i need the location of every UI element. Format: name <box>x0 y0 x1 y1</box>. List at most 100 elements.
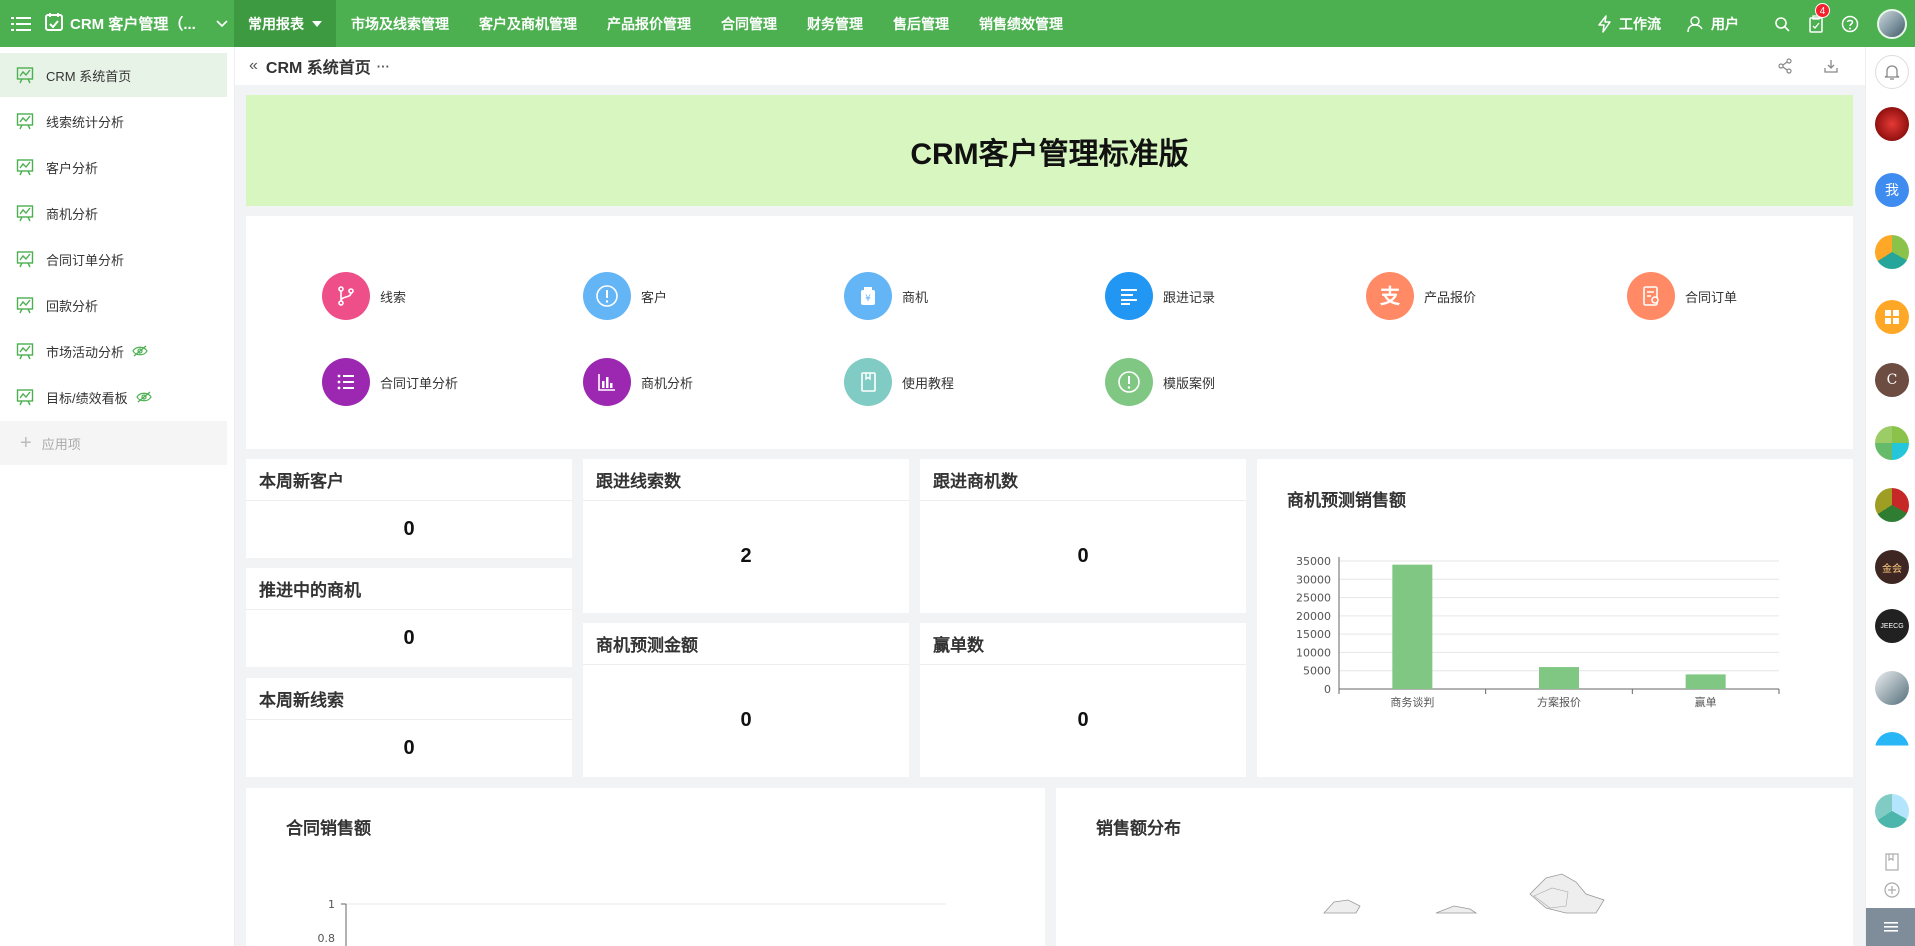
quick-links-panel: 线索 客户 ¥ 商机 跟进记录 支 产品报价 合同订单 合同订单分析 商机分析 … <box>246 216 1853 449</box>
download-icon[interactable] <box>1823 58 1839 74</box>
nav-item-customers-opportunities[interactable]: 客户及商机管理 <box>464 0 592 47</box>
alipay-icon: 支 <box>1366 272 1414 320</box>
avatar[interactable] <box>1877 8 1907 39</box>
y-tick-label: 20000 <box>1296 610 1331 623</box>
stat-value: 0 <box>403 517 415 540</box>
branch-icon <box>322 272 370 320</box>
banner: CRM客户管理标准版 <box>246 95 1853 206</box>
stat-card-followed-leads: 跟进线索数 2 <box>583 459 909 613</box>
contact-avatar[interactable] <box>1875 732 1909 766</box>
y-tick-label: 0 <box>1324 683 1331 696</box>
hamburger-icon <box>1884 922 1898 932</box>
share-icon[interactable] <box>1777 58 1793 74</box>
stat-value: 0 <box>403 736 415 759</box>
quick-link-template-cases[interactable]: 模版案例 <box>1105 358 1215 406</box>
tasks-button[interactable]: 4 <box>1799 0 1833 47</box>
nav-item-market-leads[interactable]: 市场及线索管理 <box>336 0 464 47</box>
main-nav: 常用报表 市场及线索管理 客户及商机管理 产品报价管理 合同管理 财务管理 售后… <box>234 0 1078 47</box>
y-tick-label: 30000 <box>1296 573 1331 586</box>
collapse-sidebar-icon[interactable]: « <box>249 57 258 75</box>
app-title: CRM 客户管理（... <box>70 16 196 33</box>
nav-item-finance[interactable]: 财务管理 <box>792 0 878 47</box>
notification-badge: 4 <box>1815 3 1830 18</box>
sidebar-item-lead-stats[interactable]: 线索统计分析 <box>0 99 227 143</box>
more-options-button[interactable]: ··· <box>377 59 390 74</box>
group-avatar[interactable] <box>1875 794 1909 828</box>
x-tick-label: 商务谈判 <box>1390 695 1434 709</box>
quick-link-opportunities[interactable]: ¥ 商机 <box>844 272 928 320</box>
group-avatar[interactable] <box>1875 235 1909 269</box>
eye-hidden-icon[interactable] <box>132 345 148 357</box>
sidebar-item-marketing-analysis[interactable]: 市场活动分析 <box>0 329 227 373</box>
map-region[interactable] <box>1435 905 1478 914</box>
x-tick-label: 方案报价 <box>1537 695 1581 709</box>
user-link[interactable]: 用户 <box>1687 14 1739 34</box>
search-icon <box>1775 16 1790 32</box>
sidebar-item-performance-board[interactable]: 目标/绩效看板 <box>0 375 227 419</box>
contact-avatar-gold[interactable]: 金会 <box>1875 550 1909 584</box>
breadcrumb: « CRM 系统首页 ··· <box>235 47 1865 85</box>
sidebar-item-opportunity-analysis[interactable]: 商机分析 <box>0 191 227 235</box>
contact-avatar[interactable] <box>1875 671 1909 705</box>
bar[interactable] <box>1685 674 1726 689</box>
sidebar-item-customer-analysis[interactable]: 客户分析 <box>0 145 227 189</box>
y-tick-label: 5000 <box>1303 665 1331 678</box>
contract-icon <box>1627 272 1675 320</box>
sidebar-item-contract-order-analysis[interactable]: 合同订单分析 <box>0 237 227 281</box>
nav-item-after-sales[interactable]: 售后管理 <box>878 0 964 47</box>
help-icon <box>1841 15 1859 32</box>
group-avatar[interactable] <box>1875 488 1909 522</box>
chart-icon <box>16 67 34 84</box>
stat-title: 跟进线索数 <box>583 459 909 501</box>
search-button[interactable] <box>1765 0 1799 47</box>
list-icon <box>322 358 370 406</box>
chart-icon <box>16 251 34 268</box>
map-region-northwest[interactable] <box>1323 899 1361 914</box>
bar[interactable] <box>1539 667 1579 689</box>
apps-grid-icon[interactable] <box>1875 300 1909 334</box>
svg-text:支: 支 <box>1380 284 1401 308</box>
sidebar-item-payment-analysis[interactable]: 回款分析 <box>0 283 227 327</box>
bar[interactable] <box>1392 564 1433 689</box>
quick-link-product-quotes[interactable]: 支 产品报价 <box>1366 272 1476 320</box>
chart-icon <box>16 343 34 360</box>
nav-item-contracts[interactable]: 合同管理 <box>706 0 792 47</box>
quick-link-leads[interactable]: 线索 <box>322 272 406 320</box>
menu-icon[interactable] <box>0 0 42 47</box>
add-contact-icon[interactable] <box>1875 873 1909 907</box>
quick-link-opportunity-analysis[interactable]: 商机分析 <box>583 358 693 406</box>
workflow-link[interactable]: 工作流 <box>1597 14 1661 34</box>
app-switcher[interactable]: CRM 客户管理（... <box>42 0 234 47</box>
nav-item-product-quotes[interactable]: 产品报价管理 <box>592 0 706 47</box>
info-icon <box>583 272 631 320</box>
chevron-down-icon <box>216 16 228 31</box>
bar-chart-icon <box>583 358 631 406</box>
stat-title: 商机预测金额 <box>583 623 909 665</box>
contract-sales-chart-card: 合同销售额 1 0.8 <box>246 788 1045 946</box>
stat-card-new-leads-week: 本周新线索 0 <box>246 678 572 777</box>
bell-icon[interactable] <box>1875 55 1909 89</box>
quick-link-follow-ups[interactable]: 跟进记录 <box>1105 272 1215 320</box>
stat-value: 0 <box>1077 545 1089 567</box>
lightning-icon <box>1598 14 1611 33</box>
quick-link-tutorial[interactable]: 使用教程 <box>844 358 954 406</box>
contact-avatar-jeecg[interactable]: JEECG <box>1875 609 1909 643</box>
add-app-item-button[interactable]: + 应用项 <box>0 421 227 465</box>
nav-item-common-reports[interactable]: 常用报表 <box>234 0 336 47</box>
group-avatar[interactable] <box>1875 426 1909 460</box>
eye-hidden-icon[interactable] <box>135 391 152 403</box>
sidebar-item-crm-home[interactable]: CRM 系统首页 <box>0 53 227 97</box>
quick-link-customers[interactable]: 客户 <box>583 272 667 320</box>
quick-link-contract-orders[interactable]: 合同订单 <box>1627 272 1737 320</box>
sales-distribution-map-card: 销售额分布 <box>1056 788 1853 946</box>
contact-avatar-c[interactable]: C <box>1875 363 1909 397</box>
chart-icon <box>16 205 34 222</box>
lines-icon <box>1105 272 1153 320</box>
quick-link-contract-order-analysis[interactable]: 合同订单分析 <box>322 358 458 406</box>
nav-item-sales-performance[interactable]: 销售绩效管理 <box>964 0 1078 47</box>
y-tick-label: 35000 <box>1296 555 1331 568</box>
contact-avatar-me[interactable]: 我 <box>1875 173 1909 207</box>
expand-rail-button[interactable] <box>1866 908 1915 946</box>
contact-avatar[interactable] <box>1875 107 1909 141</box>
help-button[interactable] <box>1833 0 1867 47</box>
